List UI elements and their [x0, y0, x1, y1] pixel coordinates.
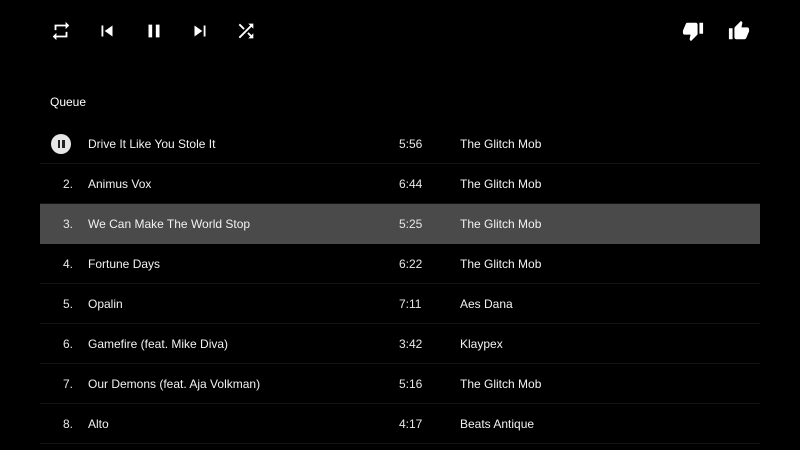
track-title: Fortune Days	[88, 257, 161, 271]
track-title: Gamefire (feat. Mike Diva)	[88, 337, 229, 351]
track-duration: 3:42	[399, 337, 423, 351]
thumbs-up-button[interactable]	[726, 18, 752, 44]
track-duration: 5:16	[399, 377, 423, 391]
track-number: 6.	[62, 337, 73, 351]
track-title: We Can Make The World Stop	[88, 217, 251, 231]
track-duration: 6:22	[399, 257, 423, 271]
track-title: Opalin	[88, 297, 123, 311]
track-number: 4.	[62, 257, 73, 271]
track-duration: 5:25	[399, 217, 423, 231]
track-number: 8.	[62, 417, 73, 431]
queue-row[interactable]: Drive It Like You Stole It 5:56 The Glit…	[40, 124, 760, 164]
track-artist: The Glitch Mob	[460, 177, 542, 191]
thumbs-down-icon	[682, 22, 704, 42]
queue-title: Queue	[50, 95, 87, 109]
track-artist: The Glitch Mob	[460, 137, 542, 151]
track-artist: The Glitch Mob	[460, 377, 542, 391]
previous-button[interactable]	[94, 18, 120, 44]
track-number: 2.	[62, 177, 73, 191]
pause-button[interactable]	[141, 18, 167, 44]
queue-row-selected[interactable]: 3. We Can Make The World Stop 5:25 The G…	[40, 204, 760, 244]
track-duration: 6:44	[399, 177, 423, 191]
thumbs-down-button[interactable]	[680, 18, 706, 44]
track-title: Animus Vox	[88, 177, 152, 191]
track-artist: Klaypex	[460, 337, 503, 351]
track-title: Alto	[88, 417, 109, 431]
track-artist: The Glitch Mob	[460, 217, 542, 231]
thumbs-up-icon	[728, 20, 750, 40]
track-number: 7.	[62, 377, 73, 391]
queue-row[interactable]: 4. Fortune Days 6:22 The Glitch Mob	[40, 244, 760, 284]
now-playing-pause-icon[interactable]	[51, 134, 71, 154]
shuffle-button[interactable]	[233, 18, 259, 44]
queue-row[interactable]: 7. Our Demons (feat. Aja Volkman) 5:16 T…	[40, 364, 760, 404]
previous-icon	[101, 25, 113, 37]
track-artist: Beats Antique	[460, 417, 535, 431]
queue-row[interactable]: 8. Alto 4:17 Beats Antique	[40, 404, 760, 444]
track-title: Drive It Like You Stole It	[88, 137, 216, 151]
next-icon	[194, 25, 206, 37]
repeat-button[interactable]	[48, 18, 74, 44]
track-duration: 5:56	[399, 137, 423, 151]
queue-row[interactable]: 6. Gamefire (feat. Mike Diva) 3:42 Klayp…	[40, 324, 760, 364]
track-number: 3.	[62, 217, 73, 231]
queue-list: Drive It Like You Stole It 5:56 The Glit…	[40, 124, 760, 444]
repeat-icon	[52, 21, 70, 41]
shuffle-icon	[238, 23, 254, 39]
track-duration: 4:17	[399, 417, 423, 431]
track-duration: 7:11	[399, 297, 422, 311]
track-title: Our Demons (feat. Aja Volkman)	[88, 377, 261, 391]
player-controls-bar	[0, 0, 800, 62]
track-artist: Aes Dana	[460, 297, 513, 311]
next-button[interactable]	[187, 18, 213, 44]
queue-row[interactable]: 2. Animus Vox 6:44 The Glitch Mob	[40, 164, 760, 204]
track-number: 5.	[62, 297, 73, 311]
pause-icon	[148, 24, 160, 38]
queue-row[interactable]: 5. Opalin 7:11 Aes Dana	[40, 284, 760, 324]
track-artist: The Glitch Mob	[460, 257, 542, 271]
